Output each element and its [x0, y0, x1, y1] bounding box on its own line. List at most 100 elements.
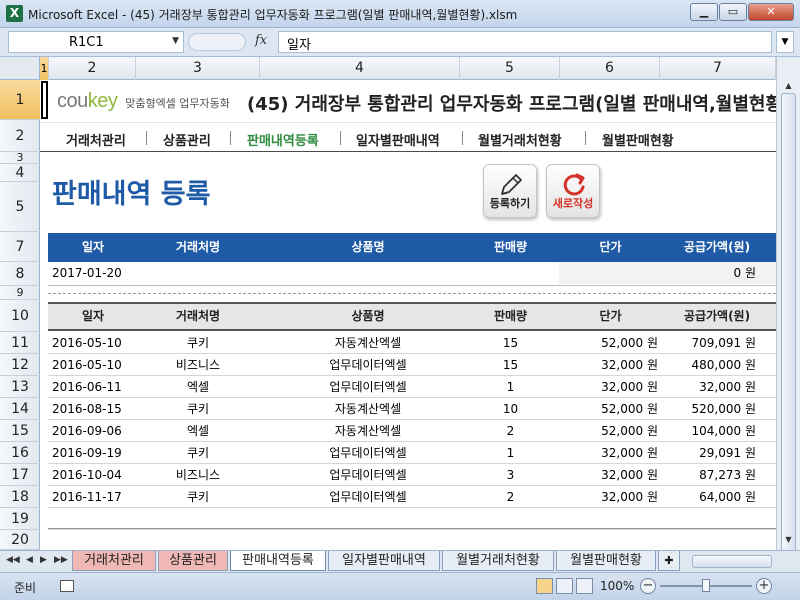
- expand-formula-bar-icon[interactable]: ▼: [776, 31, 794, 53]
- vertical-scroll-thumb[interactable]: [781, 93, 796, 553]
- entry-customer-cell[interactable]: [148, 262, 248, 284]
- table-row[interactable]: 2016-09-06 엑셀 자동계산엑셀 2 52,000 원 104,000 …: [48, 420, 776, 442]
- first-sheet-icon[interactable]: ◀◀: [6, 555, 20, 565]
- new-entry-button[interactable]: 새로작성: [546, 164, 600, 218]
- zoom-slider-thumb[interactable]: [702, 579, 710, 592]
- row-header[interactable]: 14: [0, 398, 40, 420]
- entry-table-header: 일자 거래처명 상품명 판매량 단가 공급가액(원): [48, 233, 776, 262]
- entry-input-row[interactable]: 2017-01-20 0 원: [48, 262, 776, 286]
- row-header[interactable]: 5: [0, 182, 40, 232]
- insert-function-icon[interactable]: fx: [255, 33, 267, 48]
- cell-customer: 엑셀: [186, 380, 210, 394]
- column-header[interactable]: 3: [136, 57, 260, 80]
- register-button[interactable]: 등록하기: [483, 164, 537, 218]
- sheet-tab-monthly-sales[interactable]: 월별판매현황: [556, 551, 656, 571]
- minimize-button[interactable]: ▁: [690, 3, 718, 21]
- cell-customer: 쿠키: [186, 490, 210, 504]
- column-header[interactable]: 5: [460, 57, 560, 80]
- macro-record-icon[interactable]: [60, 580, 74, 592]
- excel-app-icon[interactable]: X: [6, 5, 23, 22]
- scroll-down-arrow-icon[interactable]: ▼: [781, 533, 796, 547]
- select-all-corner[interactable]: [0, 57, 40, 80]
- horizontal-scroll-thumb[interactable]: [692, 555, 772, 568]
- column-header[interactable]: 4: [260, 57, 460, 80]
- table-row[interactable]: 2016-11-17 쿠키 업무데이터엑셀 2 32,000 원 64,000 …: [48, 486, 776, 508]
- cell-quantity: 15: [502, 336, 519, 350]
- row-header[interactable]: 10: [0, 300, 40, 332]
- chevron-down-icon[interactable]: ▼: [172, 36, 179, 46]
- sheet-tab-daily-sales[interactable]: 일자별판매내역: [328, 551, 440, 571]
- worksheet-grid[interactable]: coukey 맞춤형엑셀 업무자동화 (45) 거래장부 통합관리 업무자동화 …: [40, 80, 776, 550]
- page-break-view-icon[interactable]: [576, 578, 593, 594]
- maximize-button[interactable]: ▭: [719, 3, 747, 21]
- entry-price-cell[interactable]: [563, 262, 658, 284]
- last-sheet-icon[interactable]: ▶▶: [54, 555, 68, 565]
- status-bar: 준비 100% − +: [0, 572, 800, 600]
- active-cell-cursor[interactable]: [41, 81, 48, 119]
- table-row[interactable]: 2016-05-10 비즈니스 업무데이터엑셀 15 32,000 원 480,…: [48, 354, 776, 376]
- row-header[interactable]: 7: [0, 232, 40, 262]
- sheet-tab-customers[interactable]: 거래처관리: [72, 551, 156, 571]
- entry-quantity-cell[interactable]: [458, 262, 563, 284]
- row-header[interactable]: 9: [0, 286, 40, 300]
- vertical-scrollbar[interactable]: ▲ ▼: [776, 57, 800, 553]
- row-header[interactable]: 20: [0, 530, 40, 550]
- next-sheet-icon[interactable]: ▶: [40, 555, 47, 565]
- sheet-tab-products[interactable]: 상품관리: [158, 551, 228, 571]
- column-header[interactable]: 1: [40, 57, 49, 80]
- column-header[interactable]: 6: [560, 57, 660, 80]
- row-header[interactable]: 4: [0, 164, 40, 182]
- zoom-in-icon[interactable]: +: [756, 578, 772, 594]
- row-header[interactable]: 3: [0, 152, 40, 164]
- column-header[interactable]: 2: [49, 57, 136, 80]
- menu-customer-management[interactable]: 거래처관리: [66, 130, 126, 149]
- row-header[interactable]: 2: [0, 120, 40, 152]
- menu-monthly-customer-status[interactable]: 월별거래처현황: [478, 130, 562, 149]
- sales-list-header: 일자 거래처명 상품명 판매량 단가 공급가액(원): [48, 302, 776, 331]
- cell-date: 2016-05-10: [52, 358, 122, 372]
- zoom-level[interactable]: 100%: [600, 579, 634, 593]
- entry-product-cell[interactable]: [258, 262, 478, 284]
- table-row[interactable]: 2016-05-10 쿠키 자동계산엑셀 15 52,000 원 709,091…: [48, 332, 776, 354]
- menu-product-management[interactable]: 상품관리: [163, 130, 211, 149]
- entry-date-cell[interactable]: 2017-01-20: [52, 262, 142, 284]
- column-header[interactable]: 7: [660, 57, 776, 80]
- row-header[interactable]: 1: [0, 80, 40, 120]
- navigation-menu: 거래처관리 상품관리 판매내역등록 일자별판매내역 월별거래처현황 월별판매현황: [40, 122, 776, 152]
- cell-amount: 32,000 원: [699, 380, 756, 394]
- table-row[interactable]: 2016-09-19 쿠키 업무데이터엑셀 1 32,000 원 29,091 …: [48, 442, 776, 464]
- menu-daily-sales[interactable]: 일자별판매내역: [356, 130, 440, 149]
- table-row[interactable]: 2016-10-04 비즈니스 업무데이터엑셀 3 32,000 원 87,27…: [48, 464, 776, 486]
- row-header[interactable]: 13: [0, 376, 40, 398]
- sheet-tab-sales-entry[interactable]: 판매내역등록: [230, 551, 326, 571]
- zoom-out-icon[interactable]: −: [640, 578, 656, 594]
- table-row[interactable]: 2016-06-11 엑셀 업무데이터엑셀 1 32,000 원 32,000 …: [48, 376, 776, 398]
- row-header[interactable]: 17: [0, 464, 40, 486]
- close-button[interactable]: ✕: [748, 3, 794, 21]
- menu-separator: [340, 131, 341, 145]
- formula-bar-handle[interactable]: [188, 33, 246, 51]
- row-header[interactable]: 15: [0, 420, 40, 442]
- menu-sales-entry[interactable]: 판매내역등록: [247, 130, 319, 149]
- scroll-up-arrow-icon[interactable]: ▲: [781, 79, 796, 93]
- insert-sheet-icon[interactable]: ✚: [658, 551, 680, 571]
- row-header[interactable]: 8: [0, 262, 40, 286]
- cell-date: 2016-08-15: [52, 402, 122, 416]
- cell-product: 자동계산엑셀: [334, 402, 402, 416]
- row-header[interactable]: 18: [0, 486, 40, 508]
- page-layout-view-icon[interactable]: [556, 578, 573, 594]
- table-row[interactable]: [48, 508, 776, 530]
- menu-monthly-sales-status[interactable]: 월별판매현황: [602, 130, 674, 149]
- cell-quantity: 2: [506, 490, 515, 504]
- table-row[interactable]: 2016-08-15 쿠키 자동계산엑셀 10 52,000 원 520,000…: [48, 398, 776, 420]
- entry-amount-cell: 0 원: [733, 266, 757, 280]
- normal-view-icon[interactable]: [536, 578, 553, 594]
- prev-sheet-icon[interactable]: ◀: [26, 555, 33, 565]
- row-header[interactable]: 11: [0, 332, 40, 354]
- row-header[interactable]: 16: [0, 442, 40, 464]
- formula-input[interactable]: 일자: [278, 31, 772, 53]
- sheet-tab-monthly-customers[interactable]: 월별거래처현황: [442, 551, 554, 571]
- name-box[interactable]: R1C1 ▼: [8, 31, 184, 53]
- row-header[interactable]: 12: [0, 354, 40, 376]
- row-header[interactable]: 19: [0, 508, 40, 530]
